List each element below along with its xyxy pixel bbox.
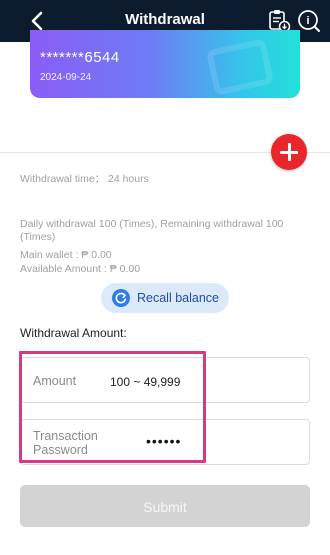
refresh-icon	[112, 289, 130, 307]
add-card-button[interactable]	[271, 134, 307, 170]
submit-label: Submit	[143, 499, 187, 515]
recall-balance-button[interactable]: Recall balance	[101, 283, 229, 313]
daily-limit-text: Daily withdrawal 100 (Times), Remaining …	[20, 218, 284, 243]
transaction-password-label: Transaction Password	[33, 429, 98, 457]
withdrawal-time-value: 24 hours	[108, 173, 149, 185]
submit-button[interactable]: Submit	[20, 485, 310, 527]
amount-label: Amount	[33, 374, 77, 388]
recall-balance-label: Recall balance	[137, 291, 219, 305]
card-number: *******6544	[40, 49, 120, 66]
withdrawal-amount-heading: Withdrawal Amount:	[20, 326, 127, 340]
amount-range-placeholder[interactable]: 100 ~ 49,999	[110, 375, 180, 389]
card-date: 2024-09-24	[40, 72, 92, 83]
main-wallet-balance: Main wallet : ₱ 0.00	[20, 249, 112, 261]
password-input[interactable]: ••••••	[146, 433, 181, 449]
svg-text:i: i	[306, 15, 309, 27]
amount-field[interactable]: Amount 100 ~ 49,999	[20, 357, 310, 403]
card-decoration	[205, 38, 275, 96]
available-amount: Available Amount : ₱ 0.00	[20, 263, 141, 275]
withdrawal-time-label: Withdrawal time：	[20, 173, 106, 185]
bank-card[interactable]: *******6544 2024-09-24	[30, 30, 300, 98]
transaction-password-field[interactable]: Transaction Password ••••••	[20, 419, 310, 465]
